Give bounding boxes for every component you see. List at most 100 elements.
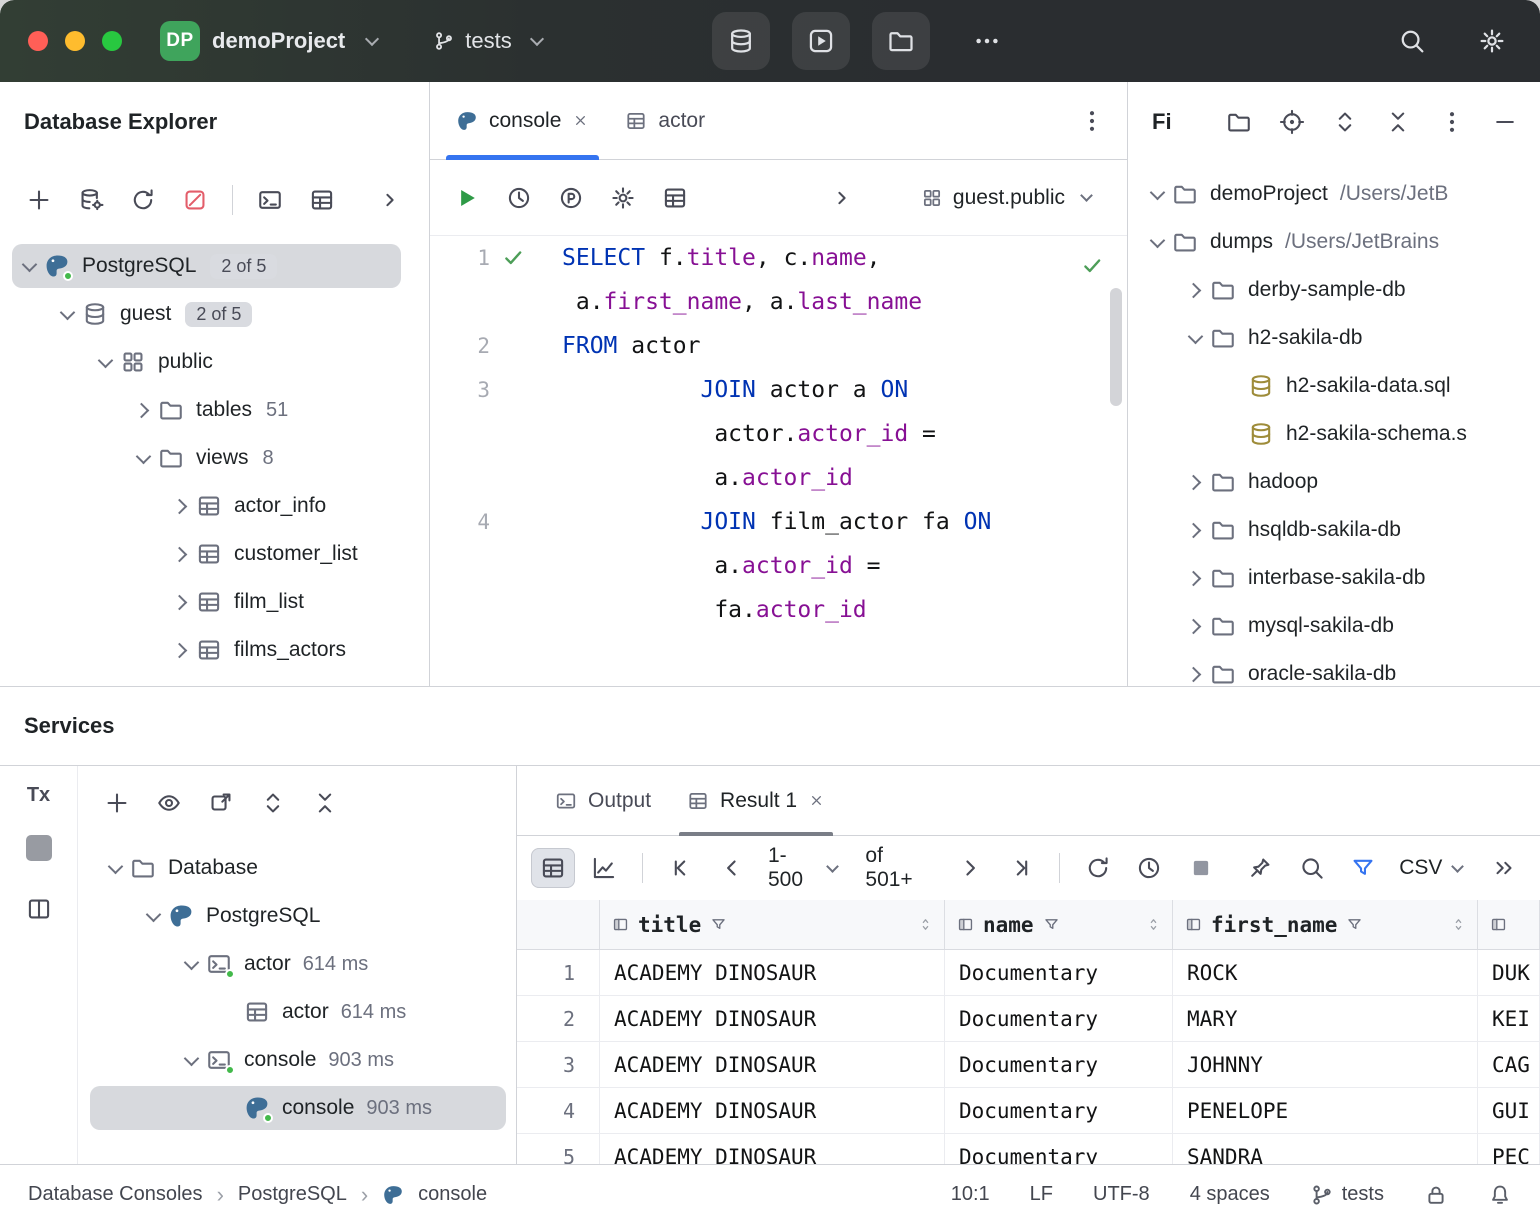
tree-item-guest[interactable]: guest 2 of 5 xyxy=(0,290,429,338)
window-zoom-button[interactable] xyxy=(102,31,122,51)
color-square-icon[interactable] xyxy=(26,835,52,861)
editor-scrollbar[interactable] xyxy=(1110,288,1122,406)
project-widget[interactable]: DP demoProject xyxy=(160,21,387,61)
sort-icon[interactable] xyxy=(1450,916,1467,933)
tree-item-oracle-sakila-db[interactable]: oracle-sakila-db xyxy=(1128,650,1540,686)
chevron-right-icon[interactable] xyxy=(166,635,196,665)
cursor-position-widget[interactable]: 10:1 xyxy=(951,1183,990,1206)
grid-cell[interactable]: PEC xyxy=(1478,1134,1540,1164)
grid-cell[interactable]: ACADEMY DINOSAUR xyxy=(600,1088,945,1133)
chevron-down-icon[interactable] xyxy=(1142,179,1172,209)
breadcrumb-postgresql[interactable]: PostgreSQL xyxy=(238,1183,347,1206)
toolbar-overflow-button[interactable] xyxy=(819,178,865,218)
in-editor-results-button[interactable] xyxy=(652,178,698,218)
column-header-title[interactable]: title xyxy=(600,900,945,949)
disconnect-button[interactable] xyxy=(172,180,218,220)
run-query-button[interactable] xyxy=(444,178,490,218)
chevron-down-icon[interactable] xyxy=(14,251,44,281)
tree-item-postgresql[interactable]: PostgreSQL 2 of 5 xyxy=(0,242,429,290)
toolbar-overflow-button[interactable] xyxy=(367,180,413,220)
encoding-widget[interactable]: UTF-8 xyxy=(1093,1183,1150,1206)
chevron-right-icon[interactable] xyxy=(128,395,158,425)
sort-icon[interactable] xyxy=(917,916,934,933)
export-format-selector[interactable]: CSV xyxy=(1393,856,1474,880)
grid-cell[interactable]: Documentary xyxy=(945,1088,1173,1133)
tree-item-derby-sample-db[interactable]: derby-sample-db xyxy=(1128,266,1540,314)
tab-options-icon[interactable] xyxy=(1079,108,1105,134)
breadcrumb-console[interactable]: console xyxy=(418,1183,487,1206)
toolbar-overflow-button[interactable] xyxy=(1482,848,1526,888)
chevron-down-icon[interactable] xyxy=(52,299,82,329)
grid-cell[interactable]: ROCK xyxy=(1173,950,1478,995)
tab-result-1[interactable]: Result 1 xyxy=(669,766,843,835)
tree-item-views[interactable]: views 8 xyxy=(0,434,429,482)
breadcrumb-database-consoles[interactable]: Database Consoles xyxy=(28,1183,203,1206)
panel-options-button[interactable] xyxy=(1439,102,1465,142)
grid-cell[interactable]: ACADEMY DINOSAUR xyxy=(600,996,945,1041)
tree-item-console[interactable]: console 903 ms xyxy=(78,1084,516,1132)
search-everywhere-button[interactable] xyxy=(1398,27,1426,55)
code-line[interactable]: a.actor_id xyxy=(430,456,1127,500)
tree-item-actor-info[interactable]: actor_info xyxy=(0,482,429,530)
code-line[interactable]: 1 SELECT f.title, c.name, xyxy=(430,236,1127,280)
tree-item-h2-sakila-db[interactable]: h2-sakila-db xyxy=(1128,314,1540,362)
show-services-button[interactable] xyxy=(146,783,192,823)
tree-item-actor-result[interactable]: actor 614 ms xyxy=(78,988,516,1036)
grid-cell[interactable]: ACADEMY DINOSAUR xyxy=(600,1042,945,1087)
chevron-down-icon[interactable] xyxy=(90,347,120,377)
column-filter-icon[interactable] xyxy=(1043,916,1060,933)
code-line[interactable]: a.actor_id = xyxy=(430,544,1127,588)
hide-panel-button[interactable] xyxy=(1492,102,1518,142)
line-separator-widget[interactable]: LF xyxy=(1030,1183,1053,1206)
tree-item-public[interactable]: public xyxy=(0,338,429,386)
chevron-right-icon[interactable] xyxy=(166,539,196,569)
run-configurations-button[interactable] xyxy=(792,12,850,70)
row-number[interactable]: 5 xyxy=(517,1134,600,1164)
open-in-new-tab-button[interactable] xyxy=(198,783,244,823)
bell-icon[interactable] xyxy=(1488,1183,1512,1207)
column-header-last-name[interactable] xyxy=(1478,900,1540,949)
column-filter-icon[interactable] xyxy=(1346,916,1363,933)
column-header-name[interactable]: name xyxy=(945,900,1173,949)
code-line[interactable]: 2 FROM actor xyxy=(430,324,1127,368)
close-icon[interactable] xyxy=(572,112,589,129)
expand-all-button[interactable] xyxy=(250,783,296,823)
chevron-down-icon[interactable] xyxy=(100,853,130,883)
expand-all-button[interactable] xyxy=(1332,102,1358,142)
grid-cell[interactable]: ACADEMY DINOSAUR xyxy=(600,1134,945,1164)
chevron-right-icon[interactable] xyxy=(1180,275,1210,305)
code-line[interactable]: a.first_name, a.last_name xyxy=(430,280,1127,324)
tree-item-dumps[interactable]: dumps /Users/JetBrains xyxy=(1128,218,1540,266)
tree-item-hadoop[interactable]: hadoop xyxy=(1128,458,1540,506)
page-range-selector[interactable]: 1-500 xyxy=(762,844,849,892)
code-line[interactable]: 4 JOIN film_actor fa ON xyxy=(430,500,1127,544)
database-tool-button[interactable] xyxy=(712,12,770,70)
chevron-right-icon[interactable] xyxy=(1180,515,1210,545)
tab-console[interactable]: console xyxy=(438,82,607,159)
tree-item-films-actors[interactable]: films_actors xyxy=(0,626,429,674)
grid-cell[interactable]: CAG xyxy=(1478,1042,1540,1087)
tree-item-film-list[interactable]: film_list xyxy=(0,578,429,626)
chevron-right-icon[interactable] xyxy=(1180,611,1210,641)
select-opened-file-button[interactable] xyxy=(1226,102,1252,142)
tree-item-database[interactable]: Database xyxy=(78,844,516,892)
grid-cell[interactable]: Documentary xyxy=(945,996,1173,1041)
previous-page-button[interactable] xyxy=(711,848,755,888)
chevron-down-icon[interactable] xyxy=(138,901,168,931)
code-line[interactable]: fa.actor_id xyxy=(430,588,1127,632)
chevron-down-icon[interactable] xyxy=(176,1045,206,1075)
filter-button[interactable] xyxy=(1342,848,1386,888)
add-data-source-button[interactable] xyxy=(16,180,62,220)
code-line[interactable]: 3 JOIN actor a ON xyxy=(430,368,1127,412)
stop-button[interactable] xyxy=(1179,848,1223,888)
grid-cell[interactable]: SANDRA xyxy=(1173,1134,1478,1164)
grid-cell[interactable]: ACADEMY DINOSAUR xyxy=(600,950,945,995)
tab-actor[interactable]: actor xyxy=(607,82,723,159)
tab-output[interactable]: Output xyxy=(537,766,669,835)
add-service-button[interactable] xyxy=(94,783,140,823)
branch-widget[interactable]: tests xyxy=(1310,1183,1384,1207)
collapse-all-button[interactable] xyxy=(302,783,348,823)
transaction-mode-button[interactable]: Tx xyxy=(27,784,50,807)
chevron-down-icon[interactable] xyxy=(176,949,206,979)
tree-item-mysql-sakila-db[interactable]: mysql-sakila-db xyxy=(1128,602,1540,650)
